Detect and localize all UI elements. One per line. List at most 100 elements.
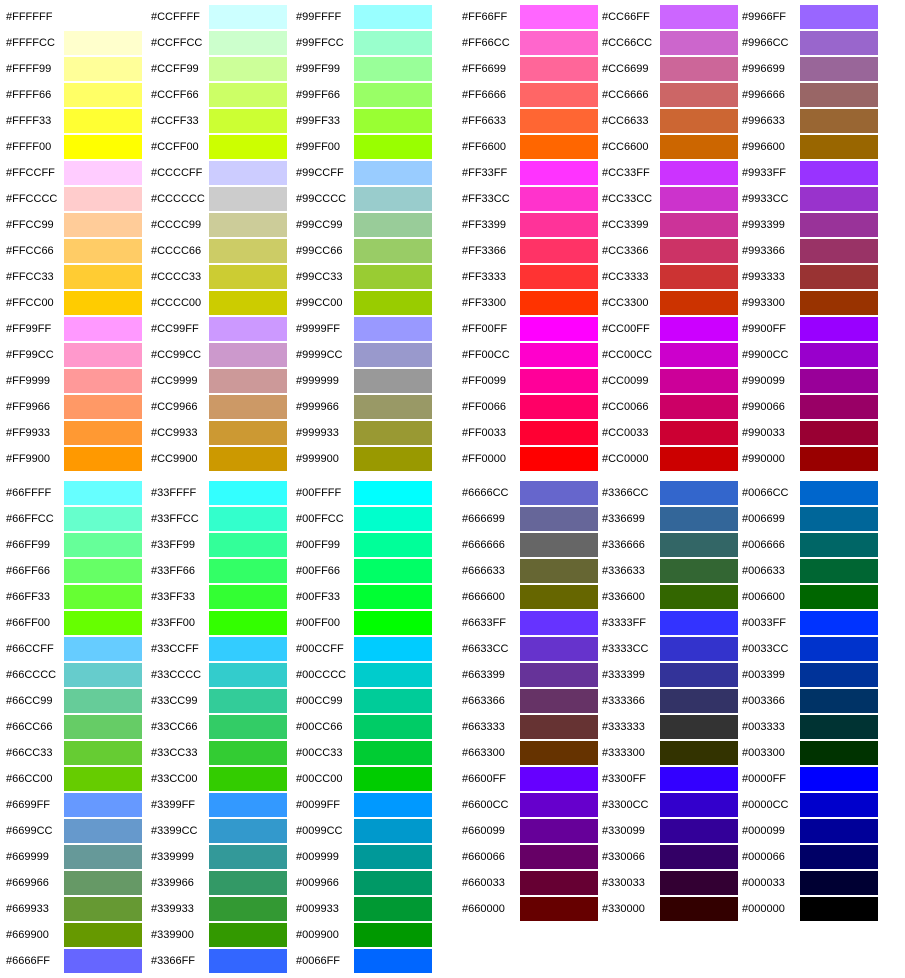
palette-column: #00FFFF#00FFCC#00FF99#00FF66#00FF33#00FF… [294, 480, 439, 974]
color-swatch [660, 57, 738, 81]
color-row: #CC9999 [149, 368, 294, 394]
color-hex-label: #33FFFF [149, 487, 209, 499]
color-hex-label: #339966 [149, 877, 209, 889]
color-swatch [354, 949, 432, 973]
color-hex-label: #CC6699 [600, 63, 660, 75]
color-hex-label: #FF66FF [460, 11, 520, 23]
color-swatch [209, 767, 287, 791]
color-row: #CC99FF [149, 316, 294, 342]
color-swatch [354, 109, 432, 133]
color-row: #CC3399 [600, 212, 740, 238]
color-hex-label: #99CCCC [294, 193, 354, 205]
color-hex-label: #669900 [4, 929, 64, 941]
palette-column: #CCFFFF#CCFFCC#CCFF99#CCFF66#CCFF33#CCFF… [149, 4, 294, 472]
color-swatch [800, 5, 878, 29]
color-row: #3366CC [600, 480, 740, 506]
color-hex-label: #FF0066 [460, 401, 520, 413]
color-swatch [354, 819, 432, 843]
color-row: #FFFFFF [4, 4, 149, 30]
color-swatch [520, 481, 598, 505]
color-hex-label: #99FFFF [294, 11, 354, 23]
color-swatch [520, 369, 598, 393]
color-swatch [354, 767, 432, 791]
color-row: #FF6633 [460, 108, 600, 134]
color-hex-label: #66CC99 [4, 695, 64, 707]
color-swatch [64, 585, 142, 609]
color-row: #CCFF99 [149, 56, 294, 82]
color-row: #660033 [460, 870, 600, 896]
color-swatch [354, 213, 432, 237]
color-row: #FF0066 [460, 394, 600, 420]
color-row: #FF6600 [460, 134, 600, 160]
color-swatch [354, 611, 432, 635]
color-row: #66FFFF [4, 480, 149, 506]
color-row: #00CC00 [294, 766, 439, 792]
color-swatch [800, 265, 878, 289]
color-hex-label: #666633 [460, 565, 520, 577]
color-hex-label: #9933FF [740, 167, 800, 179]
color-swatch [520, 871, 598, 895]
color-hex-label: #6666CC [460, 487, 520, 499]
palette-column: #9966FF#9966CC#996699#996666#996633#9966… [740, 4, 880, 472]
color-row: #CC9933 [149, 420, 294, 446]
color-row: #663399 [460, 662, 600, 688]
color-row: #99FFFF [294, 4, 439, 30]
color-hex-label: #33FFCC [149, 513, 209, 525]
color-row: #CCFFCC [149, 30, 294, 56]
color-swatch [800, 83, 878, 107]
color-hex-label: #669933 [4, 903, 64, 915]
color-hex-label: #CC6666 [600, 89, 660, 101]
color-hex-label: #0066CC [740, 487, 800, 499]
color-swatch [64, 109, 142, 133]
color-row: #3333CC [600, 636, 740, 662]
color-row: #CC33FF [600, 160, 740, 186]
color-hex-label: #000033 [740, 877, 800, 889]
color-row: #CC3366 [600, 238, 740, 264]
color-hex-label: #FF6666 [460, 89, 520, 101]
color-swatch [660, 239, 738, 263]
color-swatch [209, 533, 287, 557]
color-row: #0000FF [740, 766, 880, 792]
color-row: #CCCC99 [149, 212, 294, 238]
color-hex-label: #66FF99 [4, 539, 64, 551]
color-hex-label: #3300FF [600, 773, 660, 785]
color-row: #00FF33 [294, 584, 439, 610]
color-swatch [800, 897, 878, 921]
color-row: #FFCC99 [4, 212, 149, 238]
color-hex-label: #33CC33 [149, 747, 209, 759]
color-row: #669999 [4, 844, 149, 870]
color-swatch [64, 395, 142, 419]
color-hex-label: #996666 [740, 89, 800, 101]
color-hex-label: #6699FF [4, 799, 64, 811]
color-row: #00FF99 [294, 532, 439, 558]
color-hex-label: #CC3333 [600, 271, 660, 283]
color-row: #6600FF [460, 766, 600, 792]
color-hex-label: #0066FF [294, 955, 354, 967]
color-swatch [64, 83, 142, 107]
color-hex-label: #3333CC [600, 643, 660, 655]
color-row: #9900FF [740, 316, 880, 342]
palette-column: #FF66FF#FF66CC#FF6699#FF6666#FF6633#FF66… [460, 4, 600, 472]
color-hex-label: #FF00CC [460, 349, 520, 361]
color-swatch [520, 845, 598, 869]
color-row: #FF3333 [460, 264, 600, 290]
color-hex-label: #330000 [600, 903, 660, 915]
color-swatch [660, 265, 738, 289]
color-hex-label: #009966 [294, 877, 354, 889]
color-hex-label: #990099 [740, 375, 800, 387]
color-hex-label: #99CC99 [294, 219, 354, 231]
color-swatch [660, 447, 738, 471]
color-row: #6666FF [4, 948, 149, 974]
color-hex-label: #CCCCFF [149, 167, 209, 179]
color-swatch [520, 447, 598, 471]
color-row: #FF3399 [460, 212, 600, 238]
color-swatch [660, 585, 738, 609]
color-hex-label: #CC3366 [600, 245, 660, 257]
color-row: #6600CC [460, 792, 600, 818]
color-hex-label: #66FFFF [4, 487, 64, 499]
color-swatch [354, 741, 432, 765]
color-row: #99CC99 [294, 212, 439, 238]
color-swatch [800, 819, 878, 843]
color-swatch [64, 923, 142, 947]
color-hex-label: #00FF66 [294, 565, 354, 577]
